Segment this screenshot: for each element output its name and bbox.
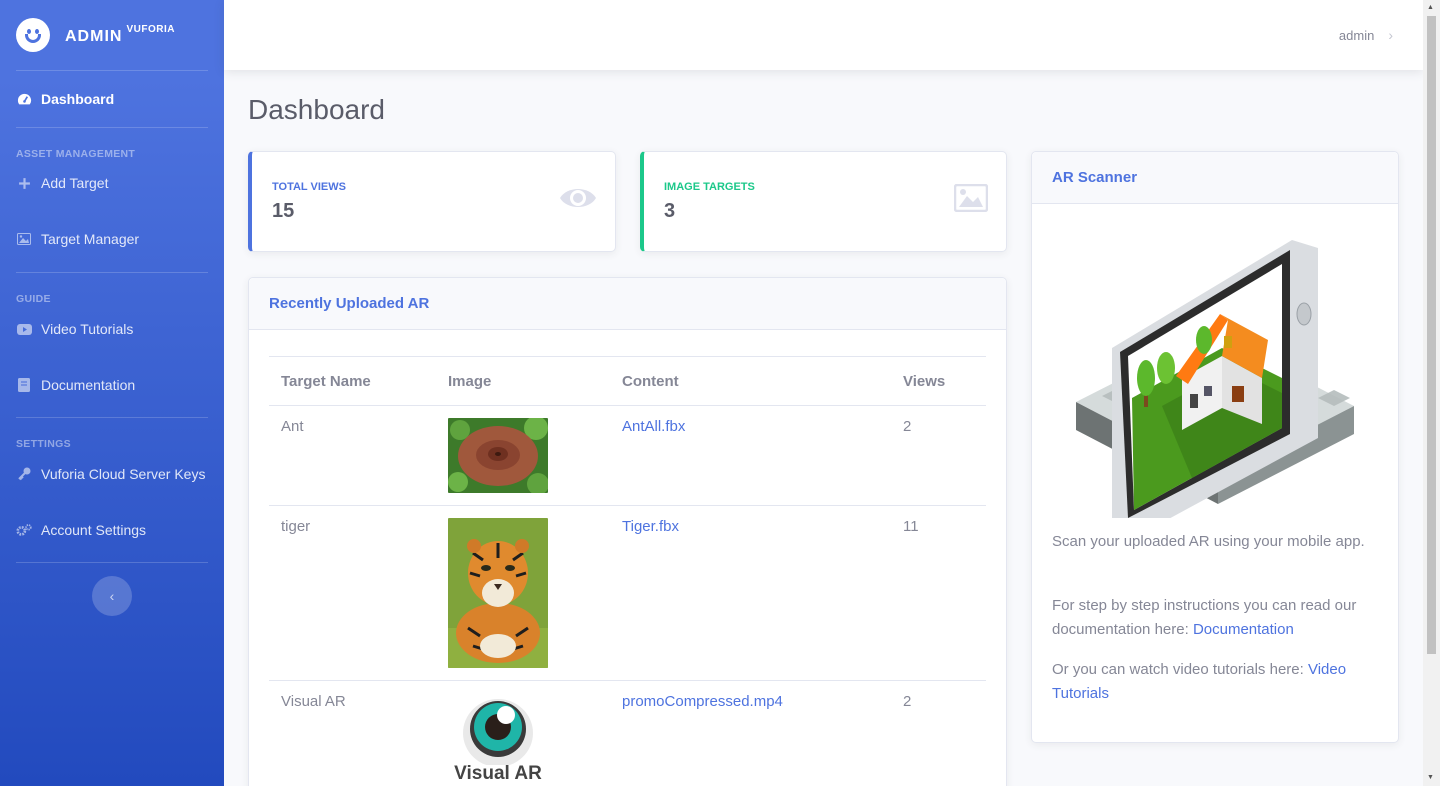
sidebar-item-label: Account Settings bbox=[41, 522, 147, 538]
sidebar-item-add-target[interactable]: Add Target bbox=[0, 160, 224, 206]
brand-name: ADMIN bbox=[65, 28, 123, 45]
stat-value: 3 bbox=[664, 200, 676, 222]
chevron-right-icon: › bbox=[1388, 27, 1393, 43]
target-name: tiger bbox=[269, 505, 436, 681]
stat-card-total-views: TOTAL VIEWS 15 bbox=[248, 151, 616, 252]
sidebar-item-label: Target Manager bbox=[41, 231, 140, 247]
sidebar-heading-asset: ASSET MANAGEMENT bbox=[16, 148, 136, 160]
sidebar-heading-guide: GUIDE bbox=[16, 293, 51, 305]
stat-label: IMAGE TARGETS bbox=[664, 181, 755, 193]
scrollbar-thumb[interactable] bbox=[1427, 16, 1436, 654]
ar-phone-house-illustration bbox=[1076, 240, 1354, 518]
sidebar-item-label: Documentation bbox=[41, 377, 136, 393]
sidebar-item-label: Video Tutorials bbox=[41, 321, 134, 337]
eye-icon bbox=[559, 184, 597, 217]
username: admin bbox=[1338, 27, 1375, 43]
table-row: Visual AR Visual AR promoCompressed.mp4 bbox=[269, 680, 986, 786]
recent-ar-table: Target Name Image Content Views Ant AntA… bbox=[269, 356, 986, 786]
target-name: Ant bbox=[269, 405, 436, 506]
stat-value: 15 bbox=[272, 200, 295, 222]
sidebar-item-label: Vuforia Cloud Server Keys bbox=[41, 466, 206, 482]
plus-icon bbox=[16, 175, 32, 191]
sidebar-item-target-manager[interactable]: Target Manager bbox=[0, 206, 224, 272]
image-icon bbox=[16, 231, 32, 247]
views-cell: 2 bbox=[891, 680, 986, 786]
smiley-logo-icon bbox=[16, 18, 50, 52]
target-name: Visual AR bbox=[269, 680, 436, 786]
sidebar-item-account-settings[interactable]: Account Settings bbox=[0, 498, 224, 562]
content-link[interactable]: Tiger.fbx bbox=[622, 518, 679, 535]
brand-sup: VUFORIA bbox=[126, 24, 175, 35]
sidebar-item-dashboard[interactable]: Dashboard bbox=[0, 71, 224, 127]
user-menu[interactable]: admin › bbox=[1339, 27, 1393, 43]
content-link[interactable]: AntAll.fbx bbox=[622, 418, 685, 435]
sidebar-item-video-tutorials[interactable]: Video Tutorials bbox=[0, 305, 224, 353]
tiger-image bbox=[448, 518, 548, 668]
ar-scanner-card: AR Scanner Scan your uploaded AR using y… bbox=[1031, 151, 1399, 743]
page-scrollbar[interactable]: ▲ ▼ bbox=[1423, 0, 1440, 786]
book-icon bbox=[16, 377, 32, 393]
scanner-paragraph-1: Scan your uploaded AR using your mobile … bbox=[1052, 533, 1365, 550]
content-cell[interactable]: Tiger.fbx bbox=[610, 505, 891, 681]
topbar: admin › bbox=[224, 0, 1423, 70]
target-image[interactable] bbox=[436, 505, 610, 681]
table-row: tiger Tiger.fbx 11 bbox=[269, 505, 986, 681]
logo-text: Visual AR bbox=[454, 763, 542, 783]
sidebar: ADMIN VUFORIA Dashboard ASSET MANAGEMENT … bbox=[0, 0, 224, 786]
sidebar-item-documentation[interactable]: Documentation bbox=[0, 353, 224, 417]
card-title: Recently Uploaded AR bbox=[249, 278, 1006, 330]
stat-label: TOTAL VIEWS bbox=[272, 181, 346, 193]
column-header: Views bbox=[891, 356, 986, 406]
chevron-left-icon: ‹ bbox=[109, 588, 115, 604]
column-header: Content bbox=[610, 356, 891, 406]
scroll-up-icon[interactable]: ▲ bbox=[1427, 4, 1434, 11]
visual-ar-logo-image: Visual AR bbox=[448, 693, 548, 783]
card-title: AR Scanner bbox=[1032, 152, 1398, 204]
sidebar-toggle-button[interactable]: ‹ bbox=[92, 576, 132, 616]
column-header: Image bbox=[436, 356, 610, 406]
sidebar-item-cloud-keys[interactable]: Vuforia Cloud Server Keys bbox=[0, 450, 224, 498]
sidebar-item-label: Dashboard bbox=[41, 91, 115, 107]
key-icon bbox=[16, 466, 32, 482]
views-cell: 11 bbox=[891, 505, 986, 681]
brand-text: ADMIN VUFORIA bbox=[65, 24, 175, 46]
sidebar-item-label: Add Target bbox=[41, 175, 109, 191]
content-link[interactable]: promoCompressed.mp4 bbox=[622, 693, 783, 710]
youtube-icon bbox=[16, 321, 32, 337]
views-cell: 2 bbox=[891, 405, 986, 506]
table-row: Ant AntAll.fbx 2 bbox=[269, 405, 986, 506]
recent-ar-card: Recently Uploaded AR Target Name Image C… bbox=[248, 277, 1007, 786]
target-image[interactable]: Visual AR bbox=[436, 680, 610, 786]
brand[interactable]: ADMIN VUFORIA bbox=[0, 0, 224, 70]
tachometer-icon bbox=[16, 91, 32, 107]
stat-card-image-targets: IMAGE TARGETS 3 bbox=[640, 151, 1007, 252]
sidebar-heading-settings: SETTINGS bbox=[16, 438, 71, 450]
scanner-paragraph-3: Or you can watch video tutorials here: V… bbox=[1052, 658, 1392, 706]
scroll-down-icon[interactable]: ▼ bbox=[1427, 774, 1434, 781]
target-image[interactable] bbox=[436, 405, 610, 506]
table-header-row: Target Name Image Content Views bbox=[269, 356, 986, 406]
content-cell[interactable]: AntAll.fbx bbox=[610, 405, 891, 506]
image-icon bbox=[953, 183, 989, 217]
documentation-link[interactable]: Documentation bbox=[1193, 621, 1294, 638]
content-cell[interactable]: promoCompressed.mp4 bbox=[610, 680, 891, 786]
column-header: Target Name bbox=[269, 356, 436, 406]
cogs-icon bbox=[16, 522, 32, 538]
paragraph-text: Or you can watch video tutorials here: bbox=[1052, 661, 1304, 678]
ant-mound-image bbox=[448, 418, 548, 493]
sidebar-divider bbox=[16, 562, 208, 563]
scanner-paragraph-2: For step by step instructions you can re… bbox=[1052, 594, 1392, 642]
eye-logo-icon bbox=[463, 699, 533, 765]
page-title: Dashboard bbox=[248, 94, 385, 125]
